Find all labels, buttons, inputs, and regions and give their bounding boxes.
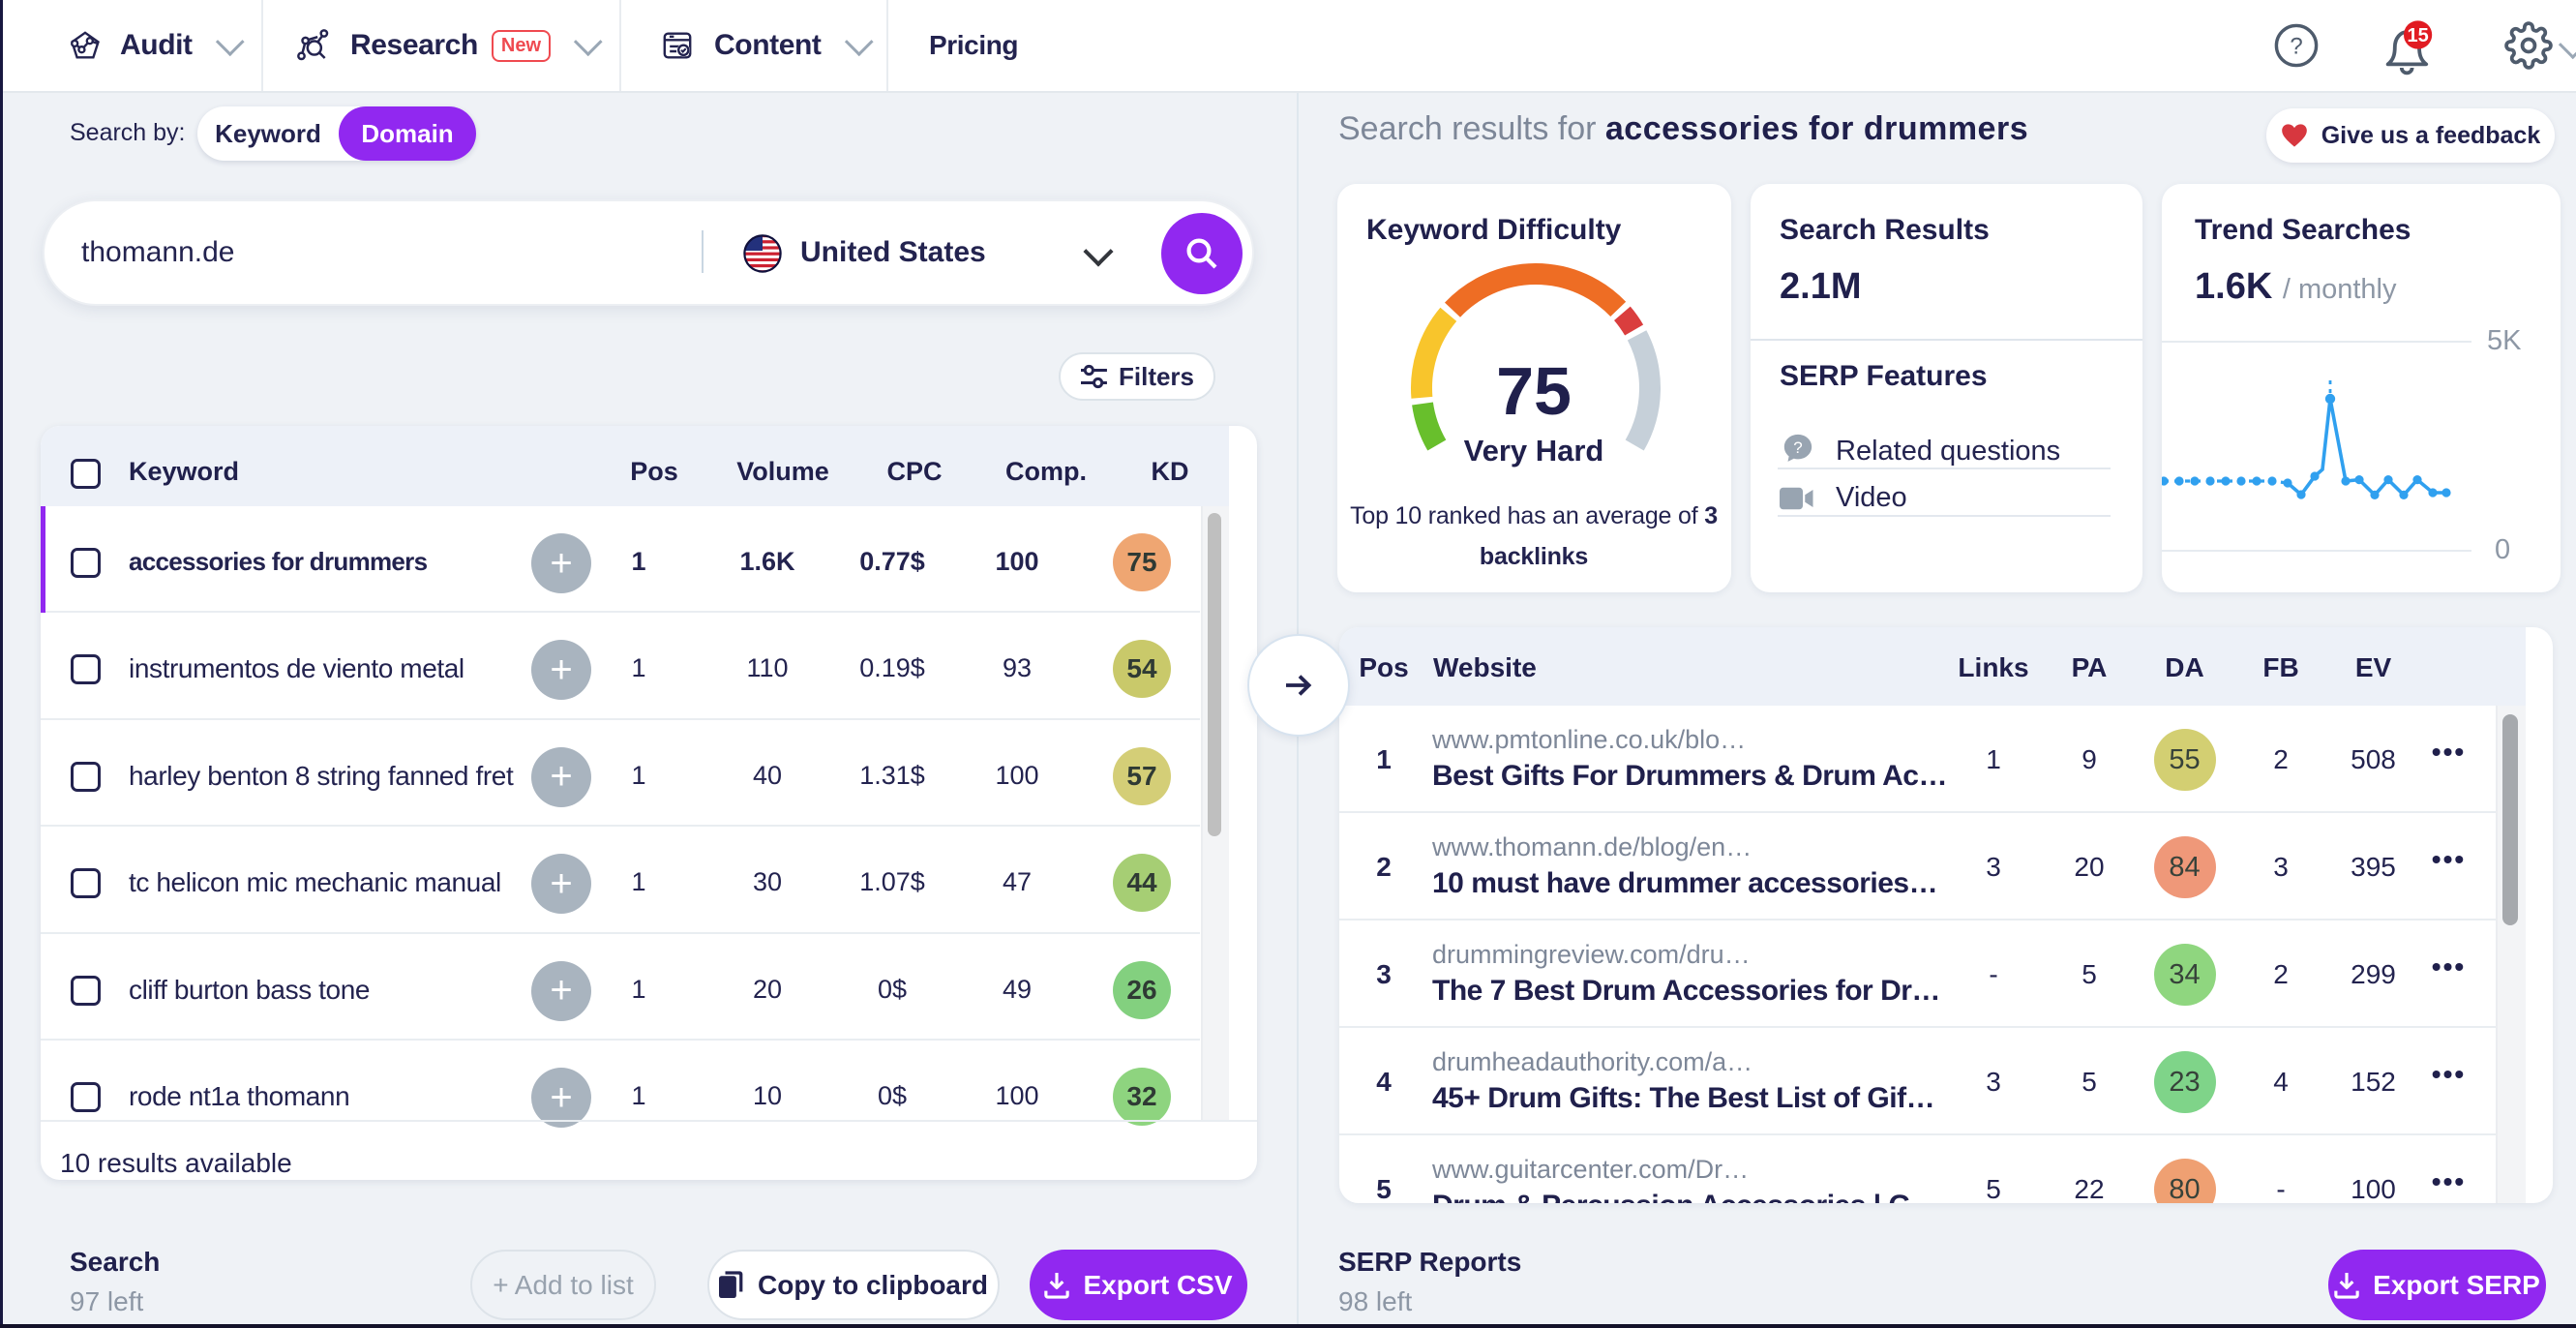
svg-text:?: ? [2290,34,2302,60]
svg-text:15: 15 [2407,25,2428,46]
svg-text:?: ? [1793,438,1802,457]
